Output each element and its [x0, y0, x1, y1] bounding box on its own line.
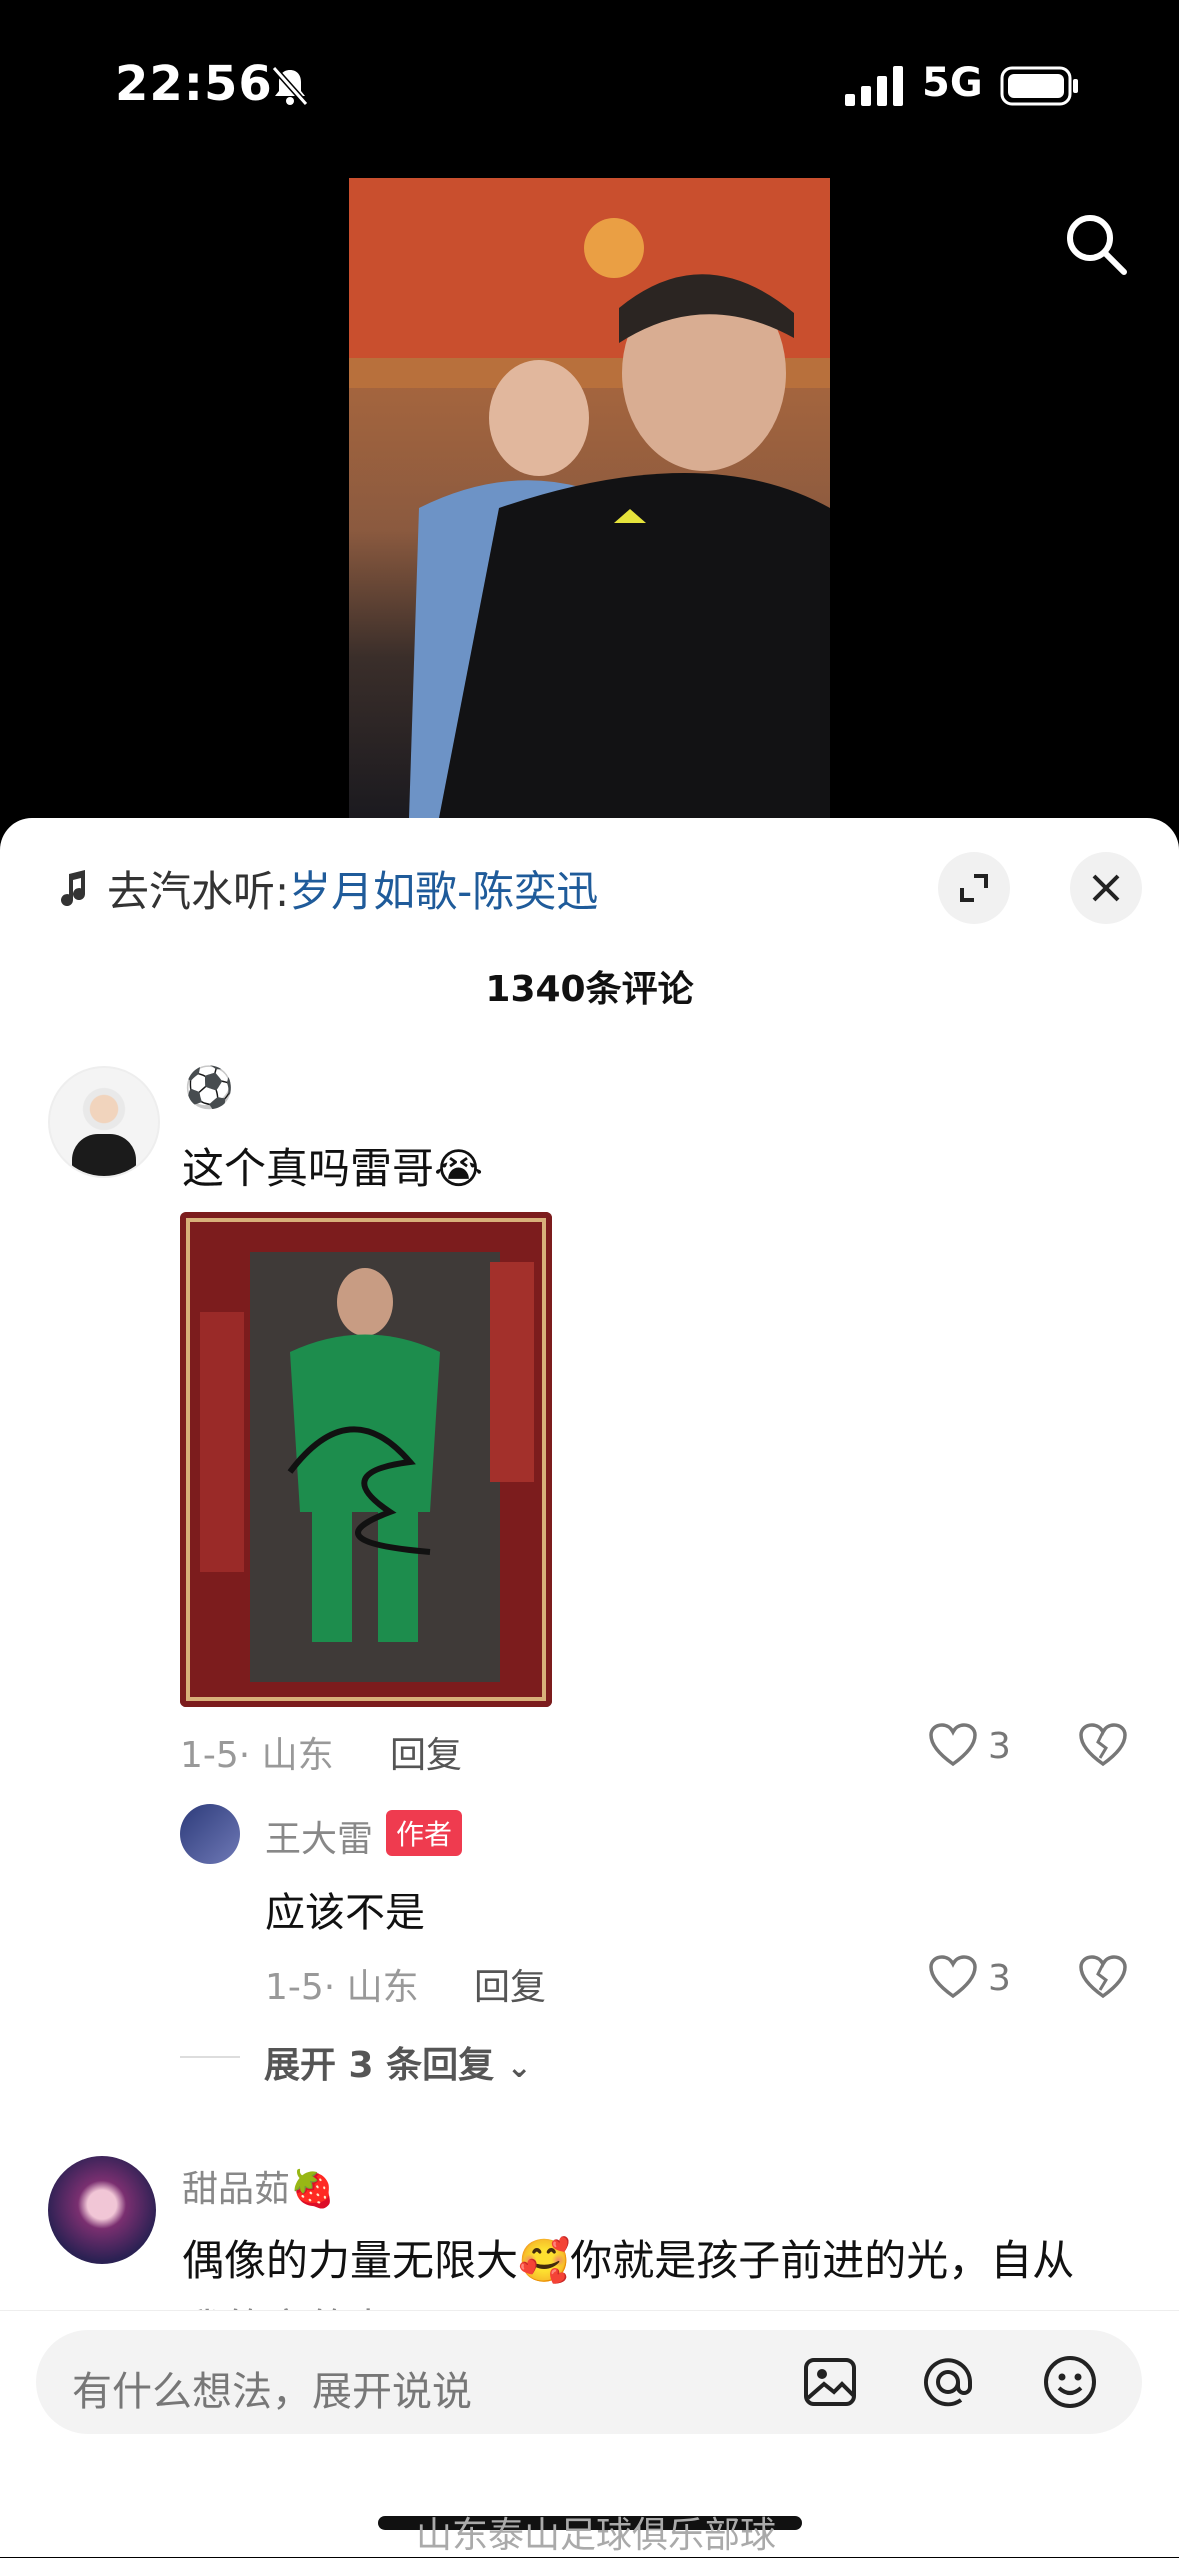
close-button[interactable]: [1070, 852, 1142, 924]
video-image: [349, 178, 830, 818]
battery-icon: [1000, 66, 1078, 106]
comment-author[interactable]: ⚽: [184, 1064, 234, 1111]
reply-avatar[interactable]: [180, 1804, 240, 1864]
image-icon[interactable]: [800, 2352, 860, 2412]
bell-muted-icon: [271, 66, 309, 106]
broken-heart-icon[interactable]: [1078, 1954, 1128, 2000]
expand-replies-label: 展开 3 条回复: [264, 2045, 495, 2086]
author-badge: 作者: [386, 1810, 463, 1856]
expand-icon: [960, 874, 988, 902]
like-count: 3: [988, 1726, 1011, 1767]
chevron-down-icon: ⌄: [506, 2050, 532, 2085]
comment-sheet: [0, 818, 1179, 2556]
close-icon: [1092, 874, 1120, 902]
at-mention-icon[interactable]: [918, 2352, 978, 2412]
avatar[interactable]: [48, 1066, 160, 1178]
search-icon[interactable]: [1060, 208, 1132, 280]
comment-text: 这个真吗雷哥😭: [182, 1144, 484, 1193]
like-count: 3: [988, 1958, 1011, 1999]
comment-image[interactable]: [180, 1212, 552, 1707]
comment-author[interactable]: 甜品茹🍓: [182, 2160, 335, 2212]
heart-icon[interactable]: [928, 1954, 978, 2000]
emoji-icon[interactable]: [1040, 2352, 1100, 2412]
music-link[interactable]: 去汽水听: 岁月如歌-陈奕迅: [55, 858, 598, 918]
video-frame[interactable]: [349, 178, 830, 818]
reply-text: 应该不是: [265, 1890, 425, 1936]
status-time: 22:56: [115, 56, 273, 112]
broken-heart-icon[interactable]: [1078, 1722, 1128, 1768]
avatar[interactable]: [48, 2156, 156, 2264]
reply-author[interactable]: 王大雷: [265, 1810, 373, 1862]
expand-button[interactable]: [938, 852, 1010, 924]
network-label: 5G: [922, 60, 983, 106]
reply-meta: 1-5· 山东: [265, 1967, 419, 2008]
input-placeholder: 有什么想法，展开说说: [72, 2369, 472, 2415]
comment-meta: 1-5· 山东: [180, 1735, 334, 1776]
heart-icon[interactable]: [928, 1722, 978, 1768]
comment-text: 偶像的力量无限大🥰你就是孩子前进的光，自从: [182, 2236, 1075, 2285]
watermark: 山东泰山足球俱乐部球: [416, 2515, 777, 2556]
signal-icon: [845, 66, 903, 106]
comment-count: 1340条评论: [485, 969, 694, 1010]
reply-button[interactable]: 回复: [474, 1958, 546, 2010]
player-card-image: [180, 1212, 552, 1707]
music-note-icon: [61, 870, 86, 907]
reply-button[interactable]: 回复: [390, 1726, 462, 1778]
expand-replies-button[interactable]: 展开 3 条回复 ⌄: [264, 2036, 532, 2088]
music-song-title[interactable]: 岁月如歌-陈奕迅: [289, 858, 598, 919]
music-prefix: 去汽水听:: [107, 866, 290, 916]
expand-divider: [180, 2056, 240, 2058]
